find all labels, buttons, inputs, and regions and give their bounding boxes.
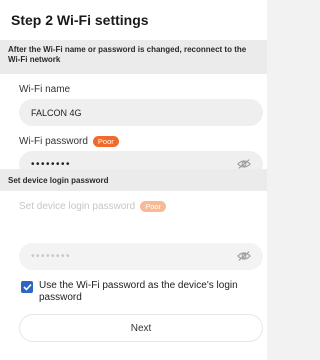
wifi-name-label-text: Wi-Fi name <box>19 84 71 95</box>
checkmark-icon <box>22 283 32 291</box>
device-password-value: •••••••• <box>31 251 72 262</box>
use-wifi-password-label: Use the Wi-Fi password as the device's l… <box>39 280 238 303</box>
header: Step 2 Wi-Fi settings <box>0 0 267 40</box>
wifi-name-value: FALCON 4G <box>31 107 82 118</box>
use-wifi-password-checkbox[interactable] <box>21 281 33 293</box>
wifi-settings-page: Step 2 Wi-Fi settings After the Wi-Fi na… <box>0 0 267 360</box>
next-button[interactable]: Next <box>19 314 263 342</box>
hide-device-password-icon[interactable] <box>237 250 251 262</box>
device-password-field[interactable]: •••••••• <box>19 243 263 270</box>
wifi-name-field[interactable]: FALCON 4G <box>19 99 263 126</box>
device-password-strength-badge: Poor <box>140 201 167 212</box>
device-password-label-text: Set device login password <box>19 201 136 212</box>
notice-banner: After the Wi-Fi name or password is chan… <box>0 40 267 74</box>
use-wifi-password-option[interactable]: Use the Wi-Fi password as the device's l… <box>21 280 261 303</box>
password-strength-badge: Poor <box>92 136 119 147</box>
page-title: Step 2 Wi-Fi settings <box>11 12 149 28</box>
wifi-name-label: Wi-Fi name <box>19 84 70 95</box>
wifi-password-label: Wi-Fi password Poor <box>19 136 119 147</box>
device-password-label: Set device login password Poor <box>19 201 167 212</box>
wifi-password-label-text: Wi-Fi password <box>19 136 88 147</box>
device-login-section-header: Set device login password <box>0 169 267 191</box>
